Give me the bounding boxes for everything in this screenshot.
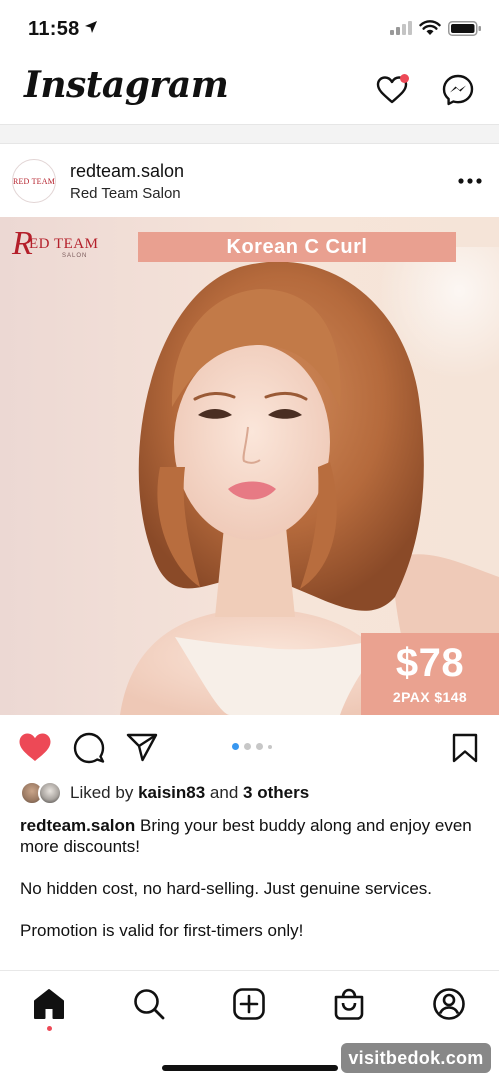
carousel-dot	[244, 743, 251, 750]
post-actions	[0, 715, 499, 777]
caption-line-1: redteam.salon Bring your best buddy alon…	[20, 815, 480, 857]
bookmark-icon[interactable]	[451, 733, 479, 763]
post-caption: redteam.salon Bring your best buddy alon…	[20, 815, 480, 962]
instagram-logo[interactable]: Instagram	[24, 64, 229, 106]
shop-icon[interactable]	[332, 987, 366, 1021]
stories-divider	[0, 124, 499, 144]
watermark-text: visitbedok.com	[348, 1047, 484, 1068]
home-active-dot	[47, 1026, 52, 1031]
likes-row[interactable]: Liked by kaisin83 and 3 others	[20, 781, 480, 805]
liker-avatar	[38, 781, 62, 805]
likes-prefix: Liked by	[70, 783, 134, 802]
battery-icon	[448, 21, 481, 36]
brand-name: ED TEAM	[29, 236, 99, 252]
caption-viewport: redteam.salon Bring your best buddy alon…	[0, 815, 499, 970]
likes-others[interactable]: 3 others	[243, 783, 309, 802]
location-arrow-icon	[85, 21, 97, 33]
caption-line-3: Promotion is valid for first-timers only…	[20, 921, 304, 940]
status-bar: 11:58	[0, 0, 499, 58]
notification-dot	[400, 74, 409, 83]
price-badge: $78 2PAX $148	[361, 633, 499, 715]
post-username[interactable]: redteam.salon	[70, 161, 184, 182]
carousel-dot	[256, 743, 263, 750]
search-icon[interactable]	[132, 987, 166, 1021]
carousel-dot	[232, 743, 239, 750]
post-image[interactable]: R ED TEAM SALON Korean C Curl $78 2PAX $…	[0, 217, 499, 715]
activity-button[interactable]	[374, 72, 410, 108]
promo-title: Korean C Curl	[226, 235, 368, 258]
price-value: $78	[395, 641, 465, 685]
caption-line-2: No hidden cost, no hard-selling. Just ge…	[20, 879, 433, 898]
messenger-icon	[442, 74, 474, 106]
post-location[interactable]: Red Team Salon	[70, 185, 181, 202]
post-avatar[interactable]: RED TEAM	[12, 159, 56, 203]
likes-and: and	[209, 783, 239, 802]
status-time: 11:58	[28, 18, 80, 40]
messenger-button[interactable]	[440, 72, 476, 108]
profile-icon[interactable]	[432, 987, 466, 1021]
home-indicator[interactable]	[162, 1065, 338, 1071]
app-header: Instagram	[0, 58, 499, 124]
like-heart-icon[interactable]	[18, 732, 52, 762]
price-subtext: 2PAX $148	[392, 689, 468, 705]
likes-text: Liked by kaisin83 and 3 others	[70, 783, 309, 803]
comment-icon[interactable]	[73, 732, 105, 764]
more-options-icon[interactable]	[456, 169, 484, 193]
carousel-dot	[268, 744, 272, 749]
liker-username[interactable]: kaisin83	[138, 783, 205, 802]
new-post-icon[interactable]	[232, 987, 266, 1021]
avatar-text: RED TEAM	[12, 176, 56, 186]
salon-brand-logo: R ED TEAM SALON	[12, 227, 98, 261]
post-header: RED TEAM redteam.salon Red Team Salon	[0, 144, 499, 217]
signal-icon	[390, 21, 412, 35]
caption-username[interactable]: redteam.salon	[20, 816, 135, 835]
share-icon[interactable]	[126, 732, 158, 762]
brand-sub: SALON	[62, 253, 88, 259]
watermark: visitbedok.com	[341, 1043, 491, 1073]
home-icon[interactable]	[32, 987, 66, 1021]
wifi-icon	[419, 20, 441, 35]
promo-title-banner: Korean C Curl	[138, 232, 456, 262]
carousel-indicator	[232, 743, 272, 750]
